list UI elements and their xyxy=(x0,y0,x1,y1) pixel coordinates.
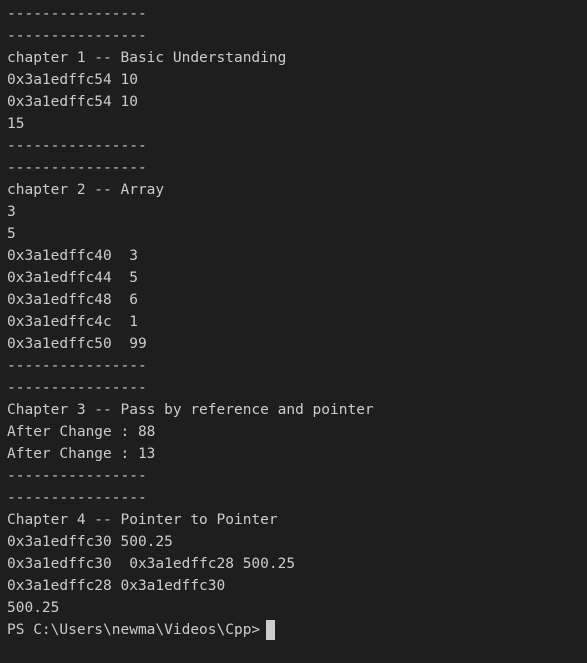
terminal-line: 0x3a1edffc50 99 xyxy=(7,336,147,352)
terminal-line: ---------------- xyxy=(7,468,147,484)
prompt-text: PS C:\Users\newma\Videos\Cpp> xyxy=(7,622,261,638)
terminal-line: After Change : 88 xyxy=(7,424,156,440)
terminal-line: Chapter 4 -- Pointer to Pointer xyxy=(7,512,278,528)
terminal-line: 0x3a1edffc54 10 xyxy=(7,94,138,110)
terminal-line: 0x3a1edffc28 0x3a1edffc30 xyxy=(7,578,226,594)
terminal-line: After Change : 13 xyxy=(7,446,156,462)
terminal-line: 0x3a1edffc40 3 xyxy=(7,248,138,264)
terminal-output-panel[interactable]: ---------------- ---------------- chapte… xyxy=(0,0,587,663)
command-prompt-line[interactable]: PS C:\Users\newma\Videos\Cpp> xyxy=(7,619,587,641)
terminal-line: ---------------- xyxy=(7,358,147,374)
terminal-line: 0x3a1edffc48 6 xyxy=(7,292,138,308)
terminal-line: 5 xyxy=(7,226,16,242)
terminal-line: 0x3a1edffc30 500.25 xyxy=(7,534,173,550)
terminal-line: 500.25 xyxy=(7,600,60,616)
terminal-line: ---------------- xyxy=(7,28,147,44)
terminal-line: 0x3a1edffc30 0x3a1edffc28 500.25 xyxy=(7,556,296,572)
terminal-line: chapter 1 -- Basic Understanding xyxy=(7,50,287,66)
terminal-line: 0x3a1edffc44 5 xyxy=(7,270,138,286)
terminal-line: ---------------- xyxy=(7,380,147,396)
terminal-line: chapter 2 -- Array xyxy=(7,182,165,198)
terminal-line: 3 xyxy=(7,204,16,220)
terminal-line: ---------------- xyxy=(7,138,147,154)
terminal-line: ---------------- xyxy=(7,490,147,506)
terminal-line: Chapter 3 -- Pass by reference and point… xyxy=(7,402,374,418)
terminal-line: 0x3a1edffc4c 1 xyxy=(7,314,138,330)
text-cursor xyxy=(266,620,276,640)
terminal-line: ---------------- xyxy=(7,160,147,176)
terminal-line: 0x3a1edffc54 10 xyxy=(7,72,138,88)
terminal-line: 15 xyxy=(7,116,25,132)
terminal-line: ---------------- xyxy=(7,6,147,22)
